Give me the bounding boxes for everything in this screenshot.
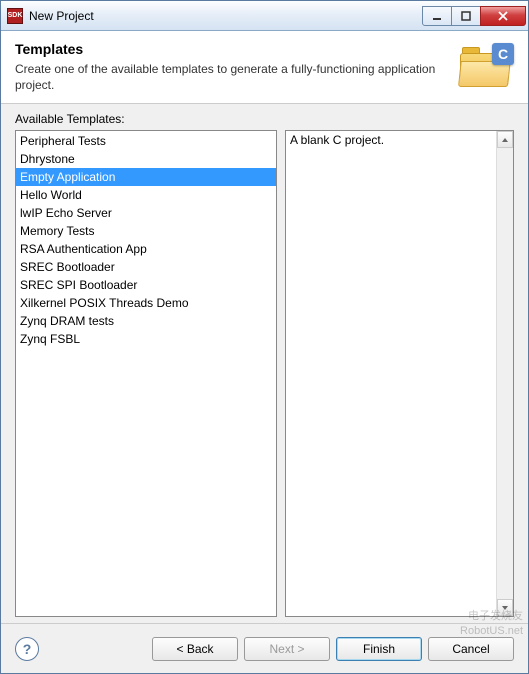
finish-button[interactable]: Finish [336, 637, 422, 661]
template-item[interactable]: SREC Bootloader [16, 258, 276, 276]
header-strip: Templates Create one of the available te… [1, 31, 528, 104]
template-list-pane: Peripheral TestsDhrystoneEmpty Applicati… [15, 130, 277, 617]
template-list[interactable]: Peripheral TestsDhrystoneEmpty Applicati… [16, 131, 276, 349]
folder-c-icon: C [458, 41, 514, 89]
help-button[interactable]: ? [15, 637, 39, 661]
next-button: Next > [244, 637, 330, 661]
app-icon: SDK [7, 8, 23, 24]
template-item[interactable]: Empty Application [16, 168, 276, 186]
minimize-button[interactable] [422, 6, 452, 26]
button-bar: ? < Back Next > Finish Cancel [1, 623, 528, 673]
template-item[interactable]: Peripheral Tests [16, 132, 276, 150]
scrollbar[interactable] [496, 131, 513, 616]
page-description: Create one of the available templates to… [15, 61, 458, 93]
window-controls [423, 6, 526, 26]
cancel-button[interactable]: Cancel [428, 637, 514, 661]
maximize-button[interactable] [451, 6, 481, 26]
description-pane: A blank C project. [285, 130, 514, 617]
template-item[interactable]: SREC SPI Bootloader [16, 276, 276, 294]
template-description: A blank C project. [286, 131, 496, 616]
window-title: New Project [29, 9, 423, 23]
template-item[interactable]: Dhrystone [16, 150, 276, 168]
header-text: Templates Create one of the available te… [15, 41, 458, 93]
scroll-track[interactable] [497, 148, 513, 599]
window-frame: SDK New Project Templates Create one of … [0, 0, 529, 674]
body-panel: Available Templates: Peripheral TestsDhr… [1, 104, 528, 623]
template-item[interactable]: lwIP Echo Server [16, 204, 276, 222]
scroll-down-button[interactable] [497, 599, 513, 616]
template-item[interactable]: Zynq FSBL [16, 330, 276, 348]
titlebar: SDK New Project [1, 1, 528, 31]
template-item[interactable]: Memory Tests [16, 222, 276, 240]
page-title: Templates [15, 41, 458, 57]
close-button[interactable] [480, 6, 526, 26]
back-button[interactable]: < Back [152, 637, 238, 661]
available-templates-label: Available Templates: [15, 112, 514, 126]
template-item[interactable]: Hello World [16, 186, 276, 204]
panes: Peripheral TestsDhrystoneEmpty Applicati… [15, 130, 514, 617]
content-area: Templates Create one of the available te… [1, 31, 528, 673]
template-item[interactable]: RSA Authentication App [16, 240, 276, 258]
template-item[interactable]: Xilkernel POSIX Threads Demo [16, 294, 276, 312]
template-item[interactable]: Zynq DRAM tests [16, 312, 276, 330]
scroll-up-button[interactable] [497, 131, 513, 148]
